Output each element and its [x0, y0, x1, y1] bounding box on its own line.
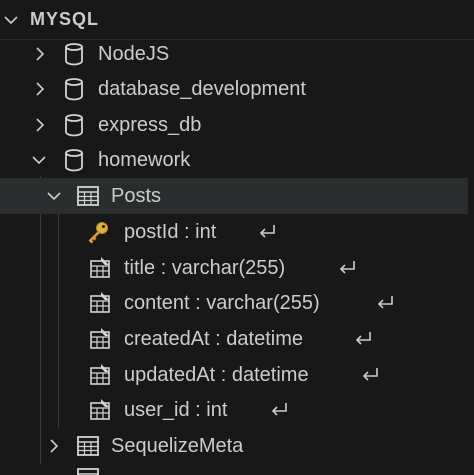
- database-label: database_development: [98, 78, 306, 100]
- table-icon: [77, 186, 99, 206]
- column-icon: [90, 364, 110, 385]
- tree-item-table-posts[interactable]: Posts: [0, 178, 474, 214]
- column-label: createdAt : datetime: [124, 328, 303, 350]
- table-label: SequelizeMeta: [111, 435, 244, 457]
- column-label: content : varchar(255): [124, 292, 320, 314]
- key-icon: [88, 222, 108, 244]
- return-arrow-icon: [271, 403, 287, 416]
- database-icon: [65, 78, 83, 101]
- tree-item-partial[interactable]: [0, 464, 474, 475]
- chevron-right-icon[interactable]: [31, 116, 49, 134]
- return-arrow-icon: [355, 332, 371, 345]
- mysql-explorer-panel: MYSQL NodeJS database_development expres…: [0, 0, 474, 475]
- return-arrow-icon: [377, 296, 393, 309]
- column-icon: [90, 399, 110, 420]
- column-label: updatedAt : datetime: [124, 364, 309, 386]
- chevron-down-icon[interactable]: [30, 151, 48, 169]
- tree-item-database-express-db[interactable]: express_db: [0, 107, 474, 143]
- column-label: title : varchar(255): [124, 257, 286, 279]
- scrollbar[interactable]: [468, 40, 474, 475]
- tree-item-database-homework[interactable]: homework: [0, 142, 474, 178]
- section-title: MYSQL: [30, 9, 100, 29]
- tree-item-column-user-id[interactable]: user_id : int: [0, 392, 474, 428]
- tree-item-database-database-development[interactable]: database_development: [0, 71, 474, 107]
- column-icon: [90, 292, 110, 313]
- database-icon: [65, 114, 83, 137]
- chevron-right-icon[interactable]: [45, 437, 63, 455]
- database-label: homework: [98, 149, 191, 171]
- tree-item-column-title[interactable]: title : varchar(255): [0, 250, 474, 286]
- table-icon: [77, 468, 99, 475]
- tree-item-database-nodejs[interactable]: NodeJS: [0, 36, 474, 72]
- database-icon: [65, 149, 83, 172]
- database-label: NodeJS: [98, 43, 170, 65]
- chevron-right-icon[interactable]: [31, 80, 49, 98]
- tree-item-column-createdat[interactable]: createdAt : datetime: [0, 321, 474, 357]
- chevron-down-icon[interactable]: [45, 187, 63, 205]
- table-icon: [77, 436, 99, 456]
- chevron-right-icon[interactable]: [31, 45, 49, 63]
- database-icon: [65, 43, 83, 66]
- return-arrow-icon: [259, 225, 275, 238]
- return-arrow-icon: [362, 368, 378, 381]
- tree-item-column-content[interactable]: content : varchar(255): [0, 285, 474, 321]
- column-icon: [90, 257, 110, 278]
- tree-item-table-sequelizemeta[interactable]: SequelizeMeta: [0, 428, 474, 464]
- column-label: user_id : int: [124, 399, 228, 421]
- table-label: Posts: [111, 185, 162, 207]
- return-arrow-icon: [339, 261, 355, 274]
- column-icon: [90, 328, 110, 349]
- section-header-mysql[interactable]: MYSQL: [0, 0, 474, 40]
- chevron-down-icon: [4, 16, 18, 25]
- tree-item-column-updatedat[interactable]: updatedAt : datetime: [0, 357, 474, 393]
- database-label: express_db: [98, 114, 202, 136]
- tree-item-column-postid[interactable]: postId : int: [0, 214, 474, 250]
- column-label: postId : int: [124, 221, 217, 243]
